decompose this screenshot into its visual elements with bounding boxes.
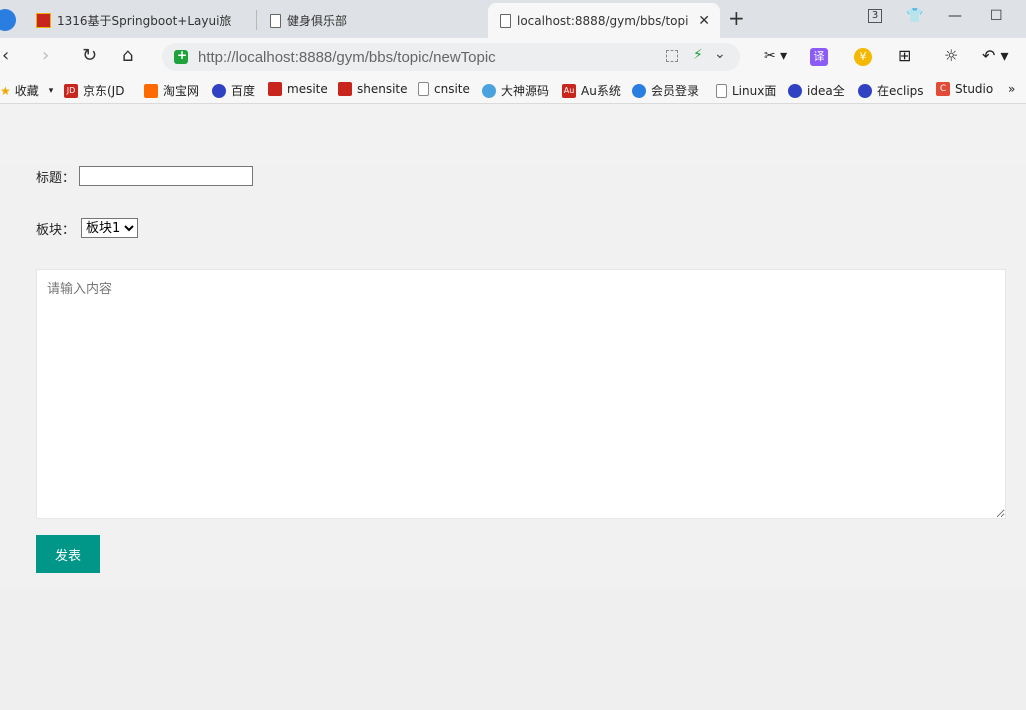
new-tab-button[interactable]: + <box>728 8 745 28</box>
page-document-icon <box>418 82 429 96</box>
bookmark-label: 淘宝网 <box>163 84 200 98</box>
bookmark-favorites[interactable]: ★ 收藏 ▾ <box>0 82 53 99</box>
bookmark-eclipse[interactable]: 在eclips <box>858 82 924 99</box>
bookmarks-more-button[interactable]: » <box>1008 82 1015 96</box>
tab-springboot-layui[interactable]: 1316基于Springboot+Layui旅 <box>30 3 250 38</box>
bookmark-label: 在eclips <box>877 84 924 98</box>
mesite-favicon-icon <box>268 82 282 96</box>
address-url[interactable]: http://localhost:8888/gym/bbs/topic/newT… <box>198 49 496 66</box>
lightning-icon[interactable]: ⚡ <box>693 47 703 63</box>
tab-close-icon[interactable]: ✕ <box>698 13 710 29</box>
board-row: 板块： 板块1 <box>36 218 139 238</box>
publish-button[interactable]: 发表 <box>36 535 100 573</box>
caret-down-icon: ▾ <box>48 85 54 96</box>
bookmark-jd[interactable]: JD 京东(JD <box>64 82 124 99</box>
brightness-icon[interactable]: ☼ <box>944 46 958 65</box>
bookmark-label: Linux面 <box>732 84 777 98</box>
baidu-paw-icon <box>858 83 872 98</box>
cloud-favicon-icon <box>632 83 646 98</box>
jd-favicon-icon: JD <box>64 83 78 98</box>
address-bar[interactable]: http://localhost:8888/gym/bbs/topic/newT… <box>162 43 740 71</box>
board-label: 板块： <box>36 222 76 238</box>
page-document-icon <box>270 13 281 28</box>
secure-shield-icon <box>174 48 188 64</box>
bookmark-baidu[interactable]: 百度 <box>212 82 255 99</box>
bookmark-studio[interactable]: C Studio <box>936 82 993 96</box>
bookmark-label: mesite <box>287 82 328 96</box>
title-label: 标题： <box>36 170 76 186</box>
tab-label: 健身俱乐部 <box>287 14 348 28</box>
content-textarea[interactable] <box>36 269 1006 519</box>
bookmark-mesite[interactable]: mesite <box>268 82 328 96</box>
studio-favicon-icon: C <box>936 82 950 96</box>
forward-arrow-icon[interactable]: › <box>42 46 49 66</box>
dashen-favicon-icon <box>482 83 496 98</box>
bookmarks-bar: ★ 收藏 ▾ JD 京东(JD 淘宝网 百度 mesite shensite c… <box>0 76 1026 104</box>
translate-icon[interactable]: 译 <box>810 48 828 66</box>
tab-gym-club[interactable]: 健身俱乐部 <box>262 3 482 38</box>
bookmark-shensite[interactable]: shensite <box>338 82 408 96</box>
page-top-band <box>0 104 1026 166</box>
back-arrow-icon[interactable]: ‹ <box>2 46 9 66</box>
bookmark-label: Studio <box>955 82 994 96</box>
browser-toolbar: ‹ › ↻ ⌂ http://localhost:8888/gym/bbs/to… <box>0 38 1026 76</box>
au-favicon-icon: Au <box>562 83 576 98</box>
bookmark-label: cnsite <box>434 82 470 96</box>
chevron-down-icon[interactable]: ⌄ <box>714 46 726 62</box>
bookmark-label: idea全 <box>807 84 845 98</box>
bookmark-label: 收藏 <box>14 84 39 98</box>
maximize-button[interactable]: ☐ <box>990 8 1003 24</box>
bookmark-dashen-source[interactable]: 大神源码 <box>482 82 549 99</box>
coin-extension-icon[interactable]: ¥ <box>854 48 872 66</box>
bookmark-label: 会员登录 <box>651 84 700 98</box>
new-topic-page: 标题： 板块： 板块1 发表 <box>0 104 1026 710</box>
undo-icon[interactable]: ↶ ▾ <box>982 46 1009 65</box>
tab-label: localhost:8888/gym/bbs/topi <box>517 13 689 28</box>
browser-logo-icon <box>0 9 16 31</box>
qr-code-icon[interactable] <box>666 50 678 62</box>
bookmark-label: shensite <box>357 82 408 96</box>
browser-tab-strip: 1316基于Springboot+Layui旅 健身俱乐部 localhost:… <box>0 0 1026 38</box>
apps-grid-icon[interactable]: ⊞ <box>898 46 911 65</box>
bookmark-linux[interactable]: Linux面 <box>716 82 776 99</box>
site-favicon-icon <box>36 13 51 28</box>
home-icon[interactable]: ⌂ <box>122 46 133 66</box>
reload-icon[interactable]: ↻ <box>82 46 97 66</box>
bookmark-label: 大神源码 <box>501 84 550 98</box>
baidu-paw-icon <box>212 83 226 98</box>
tab-divider <box>256 10 257 30</box>
skin-shirt-icon[interactable]: 👕 <box>906 8 923 24</box>
scissors-icon[interactable]: ✂ ▾ <box>764 48 787 64</box>
page-bottom-band <box>0 588 1026 710</box>
bookmark-au-system[interactable]: Au Au系统 <box>562 82 621 99</box>
baidu-paw-icon <box>788 83 802 98</box>
title-row: 标题： <box>36 166 254 186</box>
tab-label: 1316基于Springboot+Layui旅 <box>57 14 232 28</box>
bookmark-label: 京东(JD <box>83 84 125 98</box>
tab-count-badge[interactable]: 3 <box>868 9 882 23</box>
taobao-favicon-icon <box>144 83 158 98</box>
title-input[interactable] <box>79 166 254 186</box>
page-document-icon <box>716 83 727 98</box>
bookmark-label: 百度 <box>231 84 256 98</box>
shensite-favicon-icon <box>338 82 352 96</box>
bookmark-idea[interactable]: idea全 <box>788 82 845 99</box>
star-icon: ★ <box>0 83 11 98</box>
board-select[interactable]: 板块1 <box>81 218 139 238</box>
bookmark-cnsite[interactable]: cnsite <box>418 82 470 96</box>
bookmark-member-login[interactable]: 会员登录 <box>632 82 699 99</box>
bookmark-taobao[interactable]: 淘宝网 <box>144 82 199 99</box>
tab-active-localhost[interactable]: localhost:8888/gym/bbs/topi ✕ <box>488 3 720 38</box>
bookmark-label: Au系统 <box>581 84 621 98</box>
page-document-icon <box>500 13 511 28</box>
minimize-button[interactable]: — <box>948 8 962 24</box>
